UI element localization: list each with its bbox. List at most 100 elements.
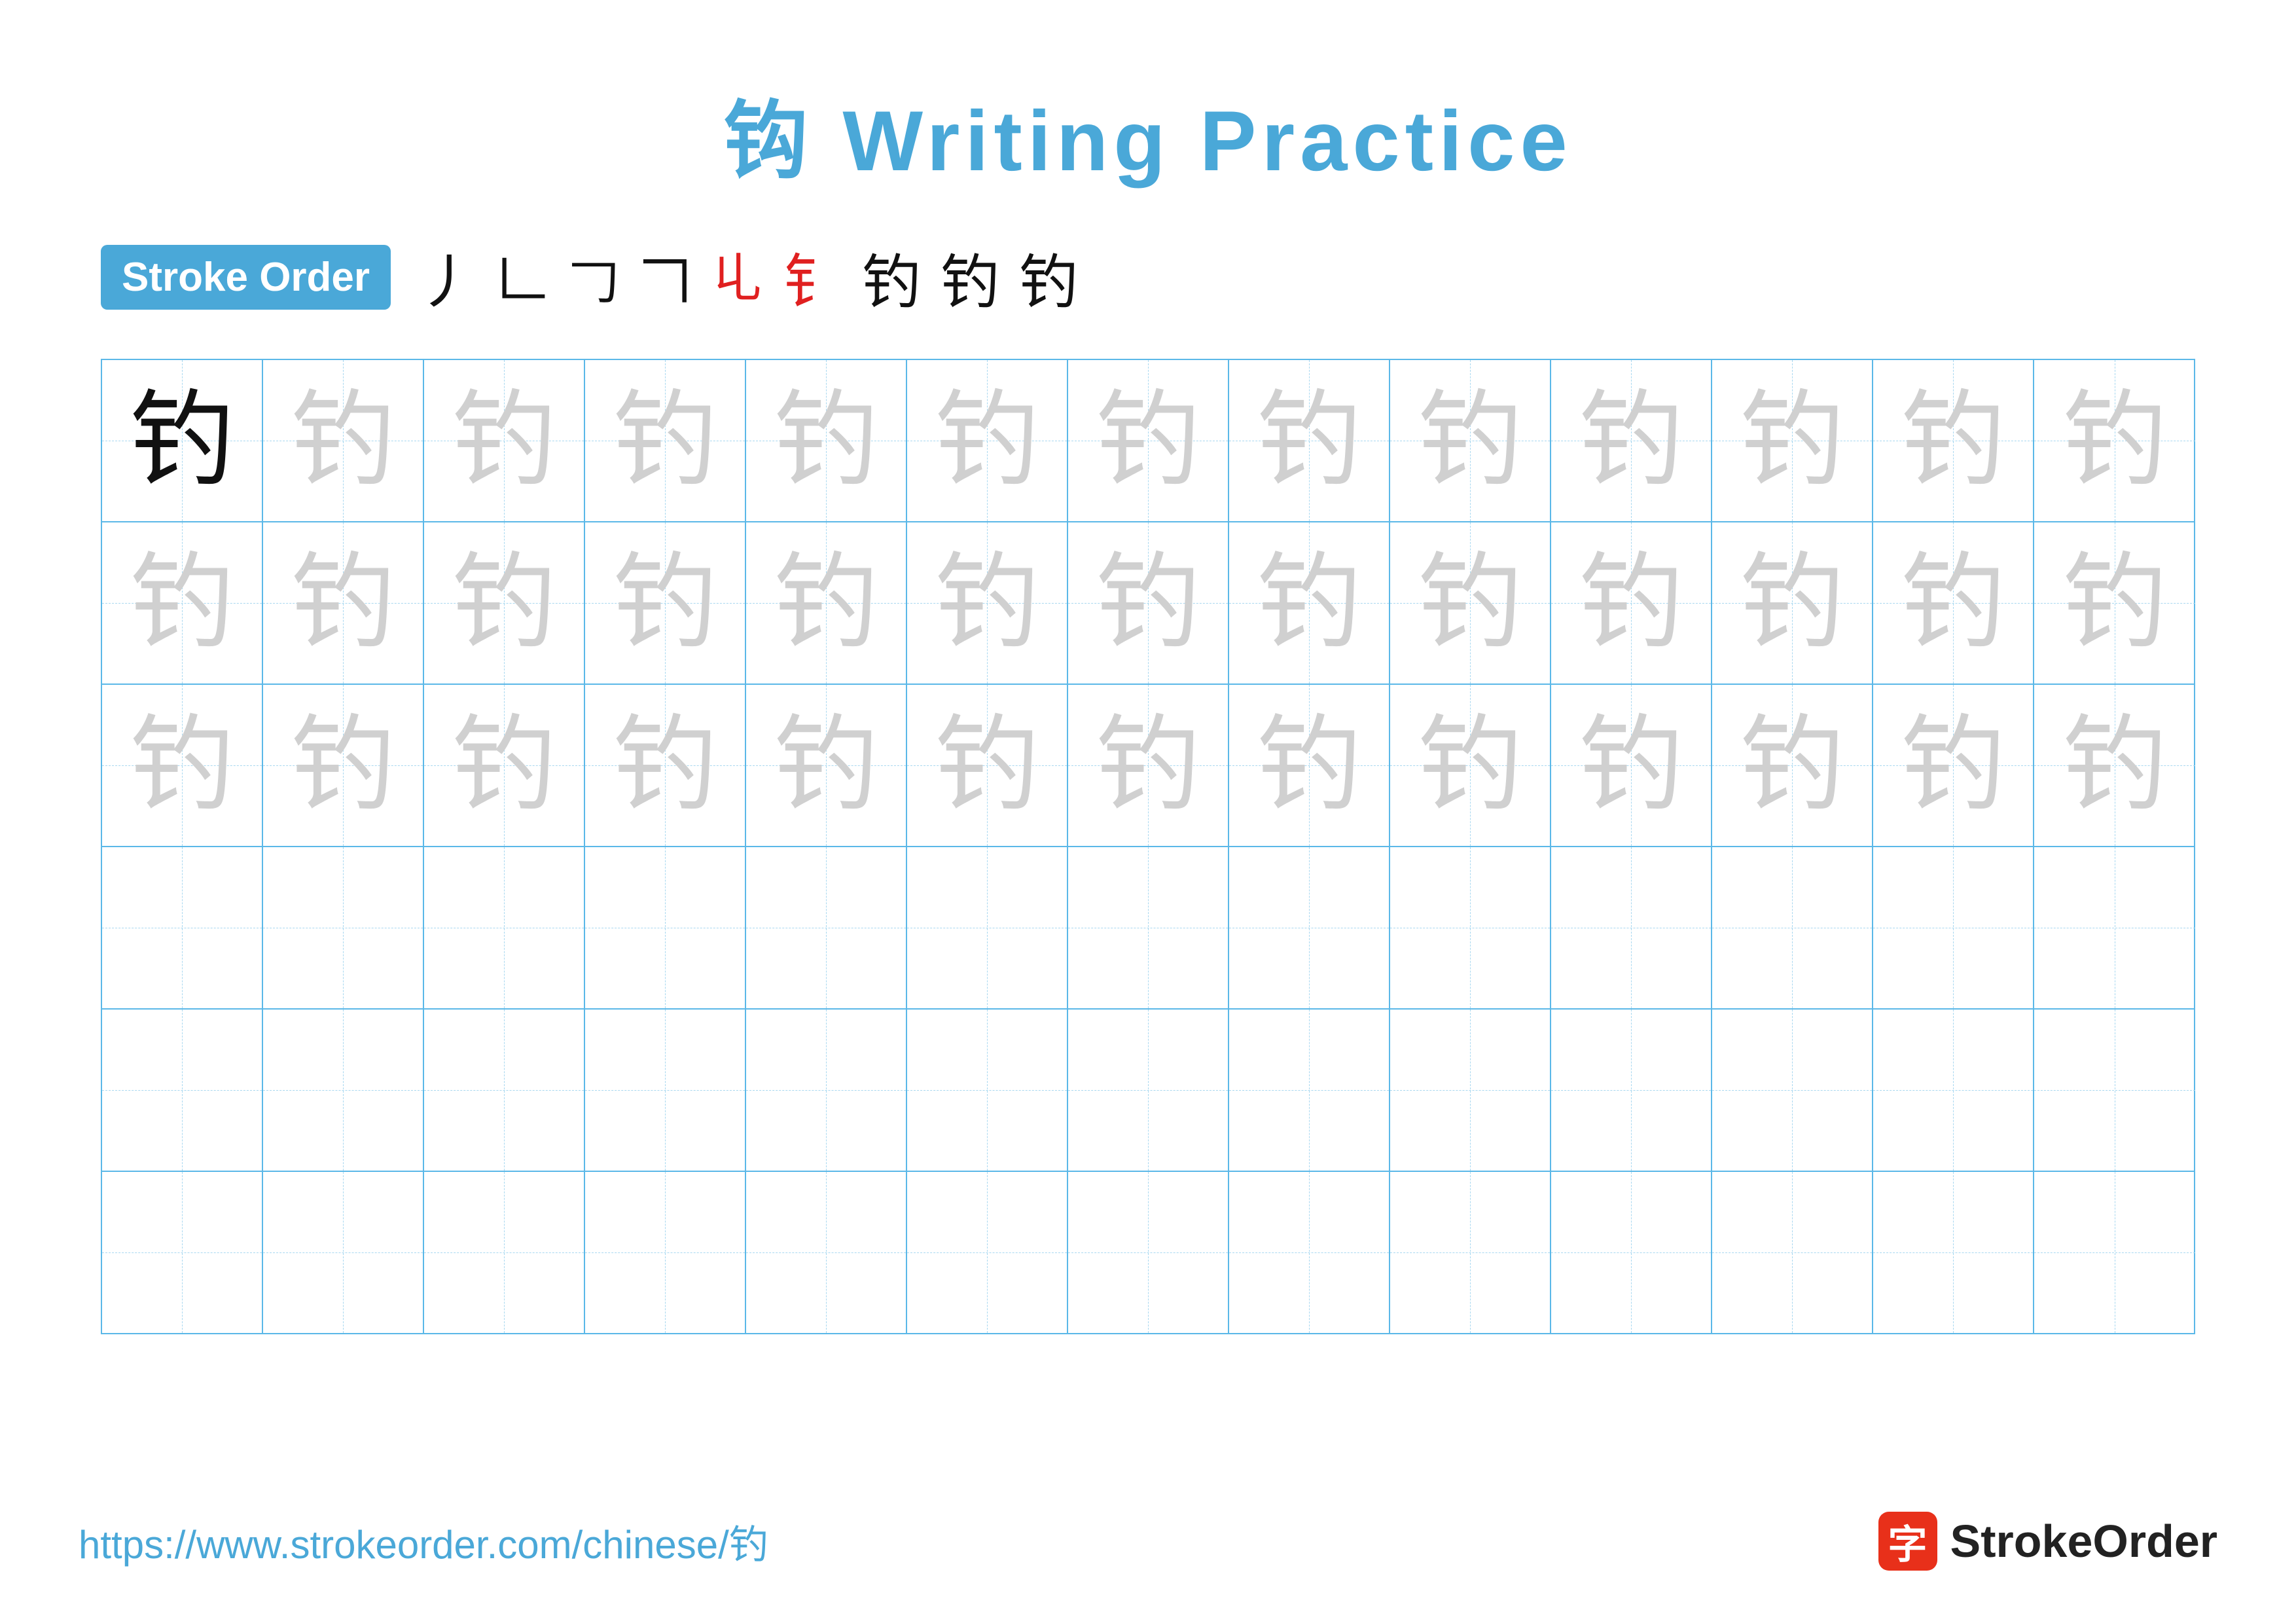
grid-cell-5-8[interactable] [1229, 1010, 1390, 1171]
grid-cell-6-4[interactable] [585, 1172, 746, 1333]
grid-cell-3-9: 钓 [1390, 685, 1551, 846]
grid-cell-4-3[interactable] [424, 847, 585, 1008]
grid-cell-4-8[interactable] [1229, 847, 1390, 1008]
char-light: 钓 [774, 713, 878, 818]
grid-cell-6-9[interactable] [1390, 1172, 1551, 1333]
char-light: 钓 [1901, 388, 2005, 493]
grid-cell-5-2[interactable] [263, 1010, 424, 1171]
grid-cell-2-4: 钓 [585, 522, 746, 684]
char-light: 钓 [1740, 713, 1844, 818]
grid-cell-6-12[interactable] [1873, 1172, 2034, 1333]
char-light: 钓 [613, 551, 717, 655]
grid-cell-3-10: 钓 [1551, 685, 1712, 846]
grid-cell-1-2: 钓 [263, 360, 424, 521]
grid-cell-6-6[interactable] [907, 1172, 1068, 1333]
grid-cell-3-11: 钓 [1712, 685, 1873, 846]
grid-cell-2-13: 钓 [2034, 522, 2195, 684]
practice-grid: 钓 钓 钓 钓 钓 钓 钓 钓 钓 钓 钓 钓 钓 钓 钓 钓 钓 钓 钓 钓 … [101, 359, 2195, 1334]
grid-cell-4-5[interactable] [746, 847, 907, 1008]
grid-cell-4-7[interactable] [1068, 847, 1229, 1008]
grid-cell-2-11: 钓 [1712, 522, 1873, 684]
grid-cell-5-4[interactable] [585, 1010, 746, 1171]
grid-cell-5-5[interactable] [746, 1010, 907, 1171]
char-light: 钓 [1740, 551, 1844, 655]
grid-cell-5-3[interactable] [424, 1010, 585, 1171]
grid-cell-4-9[interactable] [1390, 847, 1551, 1008]
char-light: 钓 [935, 388, 1039, 493]
grid-cell-1-10: 钓 [1551, 360, 1712, 521]
grid-cell-1-11: 钓 [1712, 360, 1873, 521]
grid-cell-2-8: 钓 [1229, 522, 1390, 684]
grid-cell-4-12[interactable] [1873, 847, 2034, 1008]
grid-cell-2-3: 钓 [424, 522, 585, 684]
grid-cell-5-11[interactable] [1712, 1010, 1873, 1171]
grid-cell-6-5[interactable] [746, 1172, 907, 1333]
char-light: 钓 [452, 551, 556, 655]
grid-cell-6-8[interactable] [1229, 1172, 1390, 1333]
char-light: 钓 [774, 551, 878, 655]
grid-cell-1-3: 钓 [424, 360, 585, 521]
char-light: 钓 [1418, 388, 1522, 493]
grid-cell-4-10[interactable] [1551, 847, 1712, 1008]
grid-cell-3-5: 钓 [746, 685, 907, 846]
stroke-step-1: 丿 [417, 234, 476, 319]
stroke-step-5: 𠃏 [711, 245, 764, 309]
strokeorder-logo-icon: 字 [1878, 1512, 1937, 1571]
grid-cell-2-7: 钓 [1068, 522, 1229, 684]
grid-cell-2-9: 钓 [1390, 522, 1551, 684]
grid-cell-4-11[interactable] [1712, 847, 1873, 1008]
grid-cell-5-12[interactable] [1873, 1010, 2034, 1171]
page-title: 钩 Writing Practice [723, 72, 1572, 195]
stroke-step-4: 𠃍 [639, 239, 692, 315]
grid-cell-2-5: 钓 [746, 522, 907, 684]
grid-cell-1-1: 钓 [102, 360, 263, 521]
grid-cell-4-2[interactable] [263, 847, 424, 1008]
grid-cell-5-10[interactable] [1551, 1010, 1712, 1171]
char-light: 钓 [1740, 388, 1844, 493]
grid-cell-6-2[interactable] [263, 1172, 424, 1333]
stroke-step-3: 𠃌 [567, 239, 620, 315]
footer: https://www.strokeorder.com/chinese/钓 字 … [0, 1512, 2296, 1571]
grid-cell-6-11[interactable] [1712, 1172, 1873, 1333]
grid-cell-4-1[interactable] [102, 847, 263, 1008]
char-light: 钓 [291, 713, 395, 818]
grid-row-2: 钓 钓 钓 钓 钓 钓 钓 钓 钓 钓 钓 钓 钓 [102, 522, 2194, 685]
char-light: 钓 [1579, 388, 1683, 493]
grid-cell-6-7[interactable] [1068, 1172, 1229, 1333]
char-light: 钓 [1418, 551, 1522, 655]
grid-cell-2-2: 钓 [263, 522, 424, 684]
grid-cell-5-7[interactable] [1068, 1010, 1229, 1171]
char-light: 钓 [1901, 551, 2005, 655]
grid-cell-3-2: 钓 [263, 685, 424, 846]
stroke-order-row: Stroke Order 丿 𠃊 𠃌 𠃍 𠃏 钅 钓 钓 钓 [101, 234, 2195, 319]
grid-cell-6-3[interactable] [424, 1172, 585, 1333]
strokeorder-logo-text: StrokeOrder [1950, 1515, 2217, 1567]
grid-cell-6-1[interactable] [102, 1172, 263, 1333]
grid-cell-5-1[interactable] [102, 1010, 263, 1171]
grid-cell-4-6[interactable] [907, 847, 1068, 1008]
char-solid: 钓 [130, 388, 234, 493]
grid-cell-3-8: 钓 [1229, 685, 1390, 846]
grid-cell-3-3: 钓 [424, 685, 585, 846]
grid-cell-4-13[interactable] [2034, 847, 2195, 1008]
grid-cell-2-10: 钓 [1551, 522, 1712, 684]
footer-logo: 字 StrokeOrder [1878, 1512, 2217, 1571]
stroke-step-2: 𠃊 [495, 239, 548, 315]
grid-row-1: 钓 钓 钓 钓 钓 钓 钓 钓 钓 钓 钓 钓 钓 [102, 360, 2194, 522]
grid-cell-5-6[interactable] [907, 1010, 1068, 1171]
grid-cell-5-9[interactable] [1390, 1010, 1551, 1171]
char-light: 钓 [935, 713, 1039, 818]
grid-cell-6-10[interactable] [1551, 1172, 1712, 1333]
grid-cell-4-4[interactable] [585, 847, 746, 1008]
stroke-step-9: 钓 [1019, 234, 1078, 319]
footer-url[interactable]: https://www.strokeorder.com/chinese/钓 [79, 1513, 768, 1570]
grid-cell-3-7: 钓 [1068, 685, 1229, 846]
grid-row-4 [102, 847, 2194, 1010]
grid-cell-5-13[interactable] [2034, 1010, 2195, 1171]
grid-cell-6-13[interactable] [2034, 1172, 2195, 1333]
char-light: 钓 [2062, 551, 2167, 655]
char-light: 钓 [1579, 713, 1683, 818]
char-light: 钓 [1257, 388, 1361, 493]
char-light: 钓 [291, 388, 395, 493]
char-light: 钓 [2062, 388, 2167, 493]
